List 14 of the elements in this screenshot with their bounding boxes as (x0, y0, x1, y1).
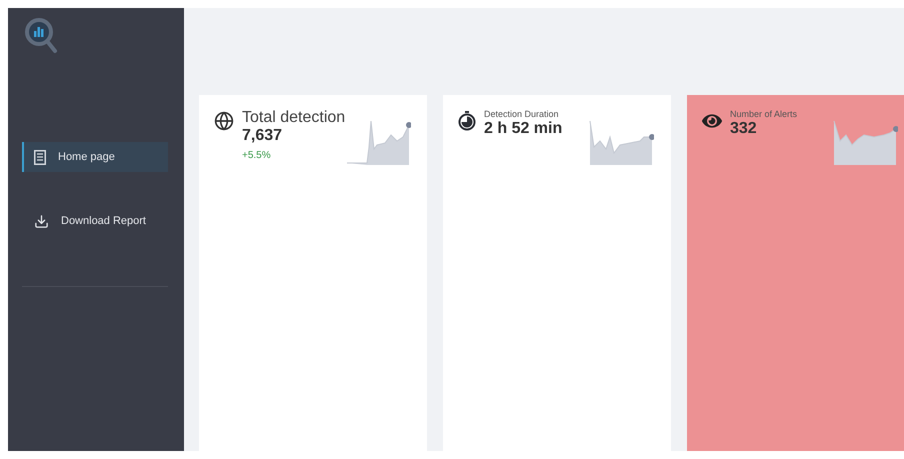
stopwatch-icon (458, 111, 476, 131)
card-title: Total detection (242, 109, 346, 127)
change-text: +5.5% (242, 149, 272, 163)
download-icon (34, 214, 49, 228)
card-title: Number of Alerts (730, 109, 798, 120)
sidebar-item[interactable]: Home page (22, 142, 168, 172)
card-value: 332 (730, 120, 758, 138)
card-value: 2 h 52 min (484, 120, 562, 138)
card-value: 7,637 (242, 127, 284, 145)
globe-icon (214, 111, 234, 131)
card-title: Detection Duration (484, 109, 560, 120)
document-list-icon (34, 150, 46, 164)
sidebar-item[interactable]: Download Report (22, 206, 168, 236)
magnifier-chart-logo (24, 17, 60, 55)
